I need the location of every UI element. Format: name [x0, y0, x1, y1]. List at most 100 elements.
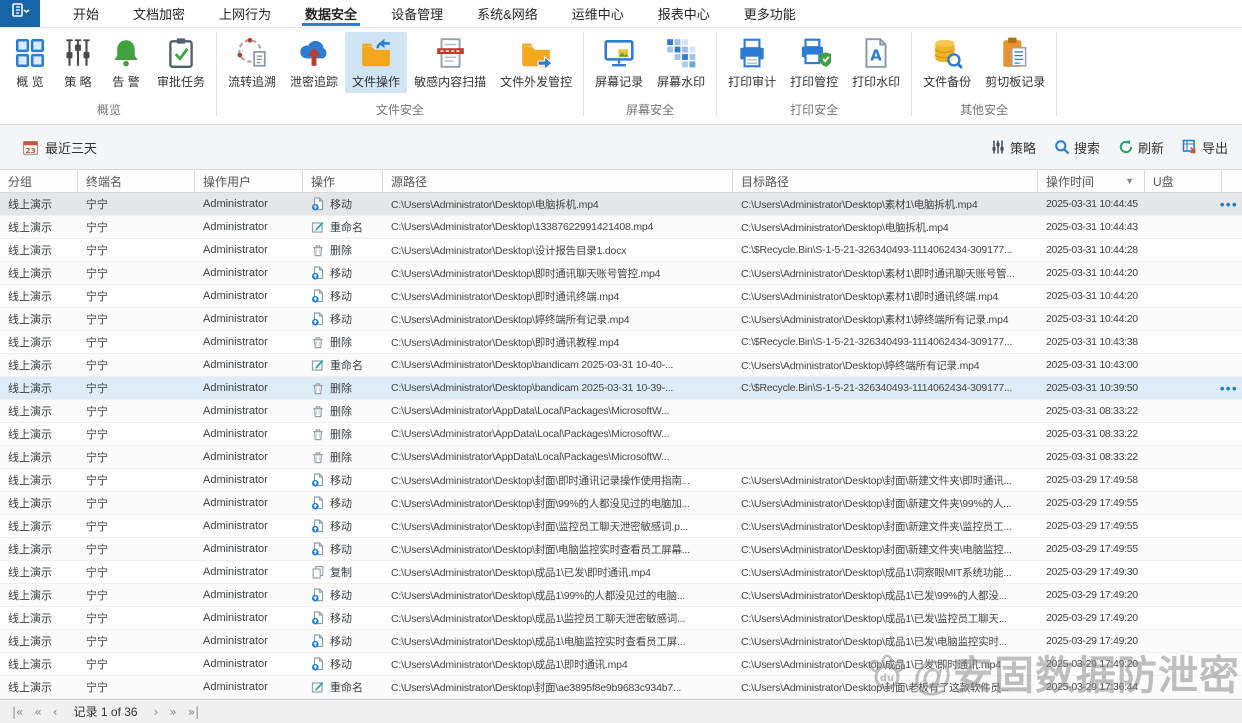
ribbon-group-separator [216, 32, 218, 116]
column-header-源路径[interactable]: 源路径 [383, 170, 733, 192]
ribbon-button-屏幕记录[interactable]: 屏幕记录 [588, 32, 650, 93]
ribbon-button-屏幕水印[interactable]: 屏幕水印 [650, 32, 712, 93]
cell-time: 2025-03-31 10:44:20 [1046, 267, 1138, 279]
app-menu-button[interactable] [0, 0, 40, 27]
table-body: 线上演示 宁宁 Administrator 移动 C:\Users\Administra… [0, 193, 1242, 699]
row-actions-button[interactable]: ••• [1220, 193, 1238, 215]
ribbon-button-打印水印[interactable]: A 打印水印 [845, 32, 907, 93]
toolbar-actions: 策略 搜索 刷新 导出 [990, 138, 1228, 157]
tab-上网行为[interactable]: 上网行为 [202, 0, 288, 27]
svg-text:23: 23 [25, 145, 35, 154]
op-move-icon [311, 473, 325, 487]
table-row[interactable]: 线上演示 宁宁 Administrator 移动 C:\Users\Administra… [0, 584, 1242, 607]
table-row[interactable]: 线上演示 宁宁 Administrator 移动 C:\Users\Administra… [0, 285, 1242, 308]
page-next-button[interactable]: › [152, 705, 161, 719]
op-move-icon [311, 197, 325, 211]
table-row[interactable]: 线上演示 宁宁 Administrator 移动 C:\Users\Administra… [0, 515, 1242, 538]
tab-开始[interactable]: 开始 [56, 0, 116, 27]
table-row[interactable]: 线上演示 宁宁 Administrator 删除 C:\Users\Administra… [0, 423, 1242, 446]
ribbon-button-审批任务[interactable]: 审批任务 [150, 32, 212, 93]
cell-target-path: C:\Users\Administrator\Desktop\素材1\即时通讯终… [741, 290, 999, 303]
ribbon-button-概览[interactable]: 概 览 [6, 32, 54, 93]
cell-target-path: C:\Users\Administrator\Desktop\婷终端所有记录.m… [741, 359, 980, 372]
toolbar-button-刷新[interactable]: 刷新 [1118, 138, 1164, 157]
cell-target-path: C:\Users\Administrator\Desktop\封面\新建文件夹\… [741, 474, 1012, 487]
ribbon-button-文件外发管控[interactable]: 文件外发管控 [493, 32, 579, 93]
ribbon-button-告警[interactable]: 告 警 [102, 32, 150, 93]
page-prev-fast-button[interactable]: « [32, 705, 43, 719]
cell-source-path: C:\Users\Administrator\Desktop\bandicam … [391, 382, 674, 394]
column-header-终端名[interactable]: 终端名 [78, 170, 195, 192]
toolbar-button-导出[interactable]: 导出 [1182, 138, 1228, 157]
cell-user: Administrator [203, 497, 268, 509]
row-actions-button[interactable]: ••• [1220, 377, 1238, 399]
ribbon-button-剪切板记录[interactable]: 剪切板记录 [978, 32, 1052, 93]
table-row[interactable]: 线上演示 宁宁 Administrator 移动 C:\Users\Administra… [0, 630, 1242, 653]
ribbon-button-文件备份[interactable]: 文件备份 [916, 32, 978, 93]
cell-target-path: C:\Users\Administrator\Desktop\成品1\洞察眼MI… [741, 566, 1012, 579]
cell-source-path: C:\Users\Administrator\Desktop\即时通讯终端.mp… [391, 290, 620, 303]
cell-user: Administrator [203, 405, 268, 417]
table-row[interactable]: 线上演示 宁宁 Administrator 删除 C:\Users\Administra… [0, 446, 1242, 469]
column-header-分组[interactable]: 分组 [0, 170, 78, 192]
cell-user: Administrator [203, 428, 268, 440]
table-row[interactable]: 线上演示 宁宁 Administrator 复制 C:\Users\Administra… [0, 561, 1242, 584]
table-row[interactable]: 线上演示 宁宁 Administrator 移动 C:\Users\Administra… [0, 308, 1242, 331]
page-next-fast-button[interactable]: » [167, 705, 178, 719]
table-row[interactable]: 线上演示 宁宁 Administrator 删除 C:\Users\Administra… [0, 239, 1242, 262]
page-first-button[interactable]: |« [10, 705, 25, 719]
cell-group: 线上演示 [8, 199, 52, 211]
ribbon-button-泄密追踪[interactable]: 泄密追踪 [283, 32, 345, 93]
table-row[interactable]: 线上演示 宁宁 Administrator 删除 C:\Users\Administra… [0, 331, 1242, 354]
date-range-filter[interactable]: 23 最近三天 [22, 138, 97, 157]
tab-报表中心[interactable]: 报表中心 [641, 0, 727, 27]
column-header-操作时间[interactable]: 操作时间 ▼ [1038, 170, 1145, 192]
column-header-U盘[interactable]: U盘 [1145, 170, 1222, 192]
ribbon-button-策略[interactable]: 策 略 [54, 32, 102, 93]
page-last-button[interactable]: »| [186, 705, 201, 719]
table-row[interactable]: 线上演示 宁宁 Administrator 重命名 C:\Users\Administr… [0, 676, 1242, 699]
cell-time: 2025-03-31 08:33:22 [1046, 428, 1138, 440]
table-row[interactable]: 线上演示 宁宁 Administrator 移动 C:\Users\Administra… [0, 193, 1242, 216]
table-row[interactable]: 线上演示 宁宁 Administrator 移动 C:\Users\Administra… [0, 469, 1242, 492]
ribbon-button-label: 审批任务 [157, 75, 206, 89]
tab-文档加密[interactable]: 文档加密 [116, 0, 202, 27]
cell-time: 2025-03-29 17:49:30 [1046, 566, 1138, 578]
column-header-操作用户[interactable]: 操作用户 [195, 170, 303, 192]
tab-运维中心[interactable]: 运维中心 [555, 0, 641, 27]
cell-target-path: C:\Users\Administrator\Desktop\封面\新建文件夹\… [741, 520, 1012, 533]
table-row[interactable]: 线上演示 宁宁 Administrator 删除 C:\Users\Administra… [0, 400, 1242, 423]
table-row[interactable]: 线上演示 宁宁 Administrator 移动 C:\Users\Administra… [0, 492, 1242, 515]
cell-terminal: 宁宁 [86, 636, 108, 648]
ribbon-button-文件操作[interactable]: 文件操作 [345, 32, 408, 93]
cell-user: Administrator [203, 382, 268, 394]
page-prev-button[interactable]: ‹ [51, 705, 60, 719]
cell-terminal: 宁宁 [86, 199, 108, 211]
ribbon-button-打印审计[interactable]: 打印审计 [721, 32, 783, 93]
toolbar-button-策略[interactable]: 策略 [990, 138, 1036, 157]
table-row[interactable]: 线上演示 宁宁 Administrator 重命名 C:\Users\Administr… [0, 354, 1242, 377]
ribbon-button-打印管控[interactable]: 打印管控 [783, 32, 845, 93]
table-row[interactable]: 线上演示 宁宁 Administrator 移动 C:\Users\Administra… [0, 653, 1242, 676]
table-row[interactable]: 线上演示 宁宁 Administrator 移动 C:\Users\Administra… [0, 607, 1242, 630]
table-row[interactable]: 线上演示 宁宁 Administrator 重命名 C:\Users\Administr… [0, 216, 1242, 239]
toolbar-button-搜索[interactable]: 搜索 [1054, 138, 1100, 157]
cell-user: Administrator [203, 566, 268, 578]
table-row[interactable]: 线上演示 宁宁 Administrator 移动 C:\Users\Administra… [0, 538, 1242, 561]
tab-数据安全[interactable]: 数据安全 [288, 0, 374, 27]
refresh-icon [1118, 139, 1134, 155]
tab-设备管理[interactable]: 设备管理 [374, 0, 460, 27]
column-header-操作[interactable]: 操作 [303, 170, 383, 192]
tab-更多功能[interactable]: 更多功能 [727, 0, 813, 27]
ribbon-button-敏感内容扫描[interactable]: 敏感内容扫描 [407, 32, 493, 93]
operation-label: 删除 [330, 245, 352, 257]
ribbon-group-title: 概览 [97, 103, 122, 117]
column-header-目标路径[interactable]: 目标路径 [733, 170, 1038, 192]
table-row[interactable]: 线上演示 宁宁 Administrator 删除 C:\Users\Administra… [0, 377, 1242, 400]
cell-source-path: C:\Users\Administrator\Desktop\封面\即时通讯记录… [391, 474, 690, 487]
column-header-actions[interactable] [1222, 170, 1242, 192]
table-row[interactable]: 线上演示 宁宁 Administrator 移动 C:\Users\Administra… [0, 262, 1242, 285]
cell-operation: 删除 [303, 334, 383, 350]
ribbon-button-流转追溯[interactable]: 流转追溯 [221, 32, 283, 93]
tab-系统&网络[interactable]: 系统&网络 [460, 0, 555, 27]
